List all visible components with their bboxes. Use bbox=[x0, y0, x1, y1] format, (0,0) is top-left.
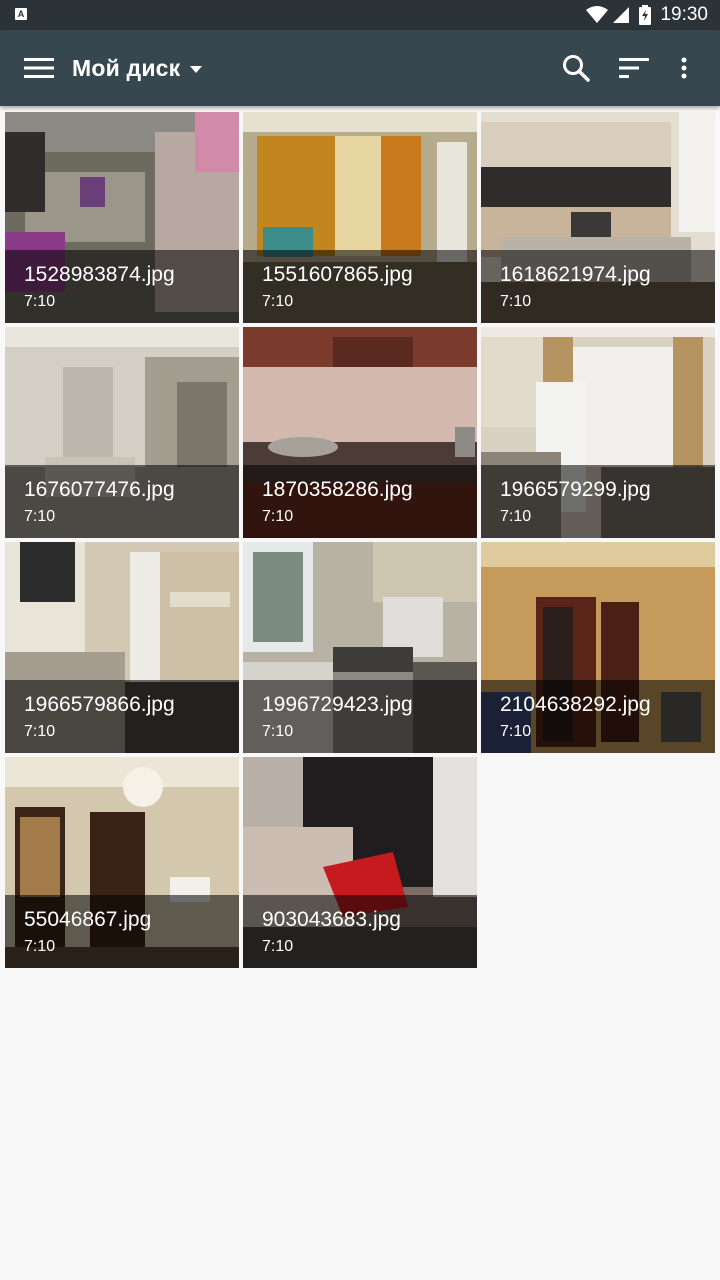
status-icons: 19:30 bbox=[586, 0, 708, 30]
file-time: 7:10 bbox=[500, 508, 532, 525]
notification-icon: A bbox=[15, 8, 27, 20]
file-name: 1676077476.jpg bbox=[24, 478, 175, 501]
file-name: 1551607865.jpg bbox=[262, 263, 413, 286]
file-time: 7:10 bbox=[24, 938, 56, 955]
file-caption: 2104638292.jpg 7:10 bbox=[481, 680, 715, 753]
file-tile[interactable]: 1618621974.jpg 7:10 bbox=[481, 112, 715, 323]
file-name: 1966579866.jpg bbox=[24, 693, 175, 716]
dropdown-caret-icon bbox=[190, 65, 203, 73]
file-name: 1528983874.jpg bbox=[24, 263, 175, 286]
file-time: 7:10 bbox=[24, 293, 56, 310]
file-tile[interactable]: 1996729423.jpg 7:10 bbox=[243, 542, 477, 753]
drive-selector[interactable]: Мой диск bbox=[72, 30, 203, 106]
file-caption: 1528983874.jpg 7:10 bbox=[5, 250, 239, 323]
status-bar: A 19:30 bbox=[0, 0, 720, 30]
file-tile[interactable]: 1870358286.jpg 7:10 bbox=[243, 327, 477, 538]
file-tile[interactable]: 55046867.jpg 7:10 bbox=[5, 757, 239, 968]
file-tile[interactable]: 903043683.jpg 7:10 bbox=[243, 757, 477, 968]
file-tile[interactable]: 1966579299.jpg 7:10 bbox=[481, 327, 715, 538]
menu-icon bbox=[24, 58, 54, 78]
page-title: Мой диск bbox=[72, 54, 181, 81]
file-name: 1618621974.jpg bbox=[500, 263, 651, 286]
search-button[interactable] bbox=[548, 30, 604, 106]
file-tile[interactable]: 1676077476.jpg 7:10 bbox=[5, 327, 239, 538]
file-caption: 1966579299.jpg 7:10 bbox=[481, 465, 715, 538]
app-bar: Мой диск bbox=[0, 30, 720, 106]
file-time: 7:10 bbox=[262, 938, 294, 955]
more-options-button[interactable] bbox=[656, 30, 712, 106]
sort-icon bbox=[619, 58, 649, 78]
file-caption: 1551607865.jpg 7:10 bbox=[243, 250, 477, 323]
file-caption: 1618621974.jpg 7:10 bbox=[481, 250, 715, 323]
search-icon bbox=[563, 55, 590, 82]
battery-icon bbox=[639, 5, 652, 25]
file-caption: 903043683.jpg 7:10 bbox=[243, 895, 477, 968]
file-tile[interactable]: 1551607865.jpg 7:10 bbox=[243, 112, 477, 323]
file-name: 903043683.jpg bbox=[262, 908, 401, 931]
file-name: 2104638292.jpg bbox=[500, 693, 651, 716]
file-caption: 55046867.jpg 7:10 bbox=[5, 895, 239, 968]
wifi-icon bbox=[586, 6, 609, 23]
file-time: 7:10 bbox=[262, 508, 294, 525]
file-grid: 1528983874.jpg 7:10 1551607865.jpg 7:10 bbox=[5, 112, 715, 968]
file-name: 1996729423.jpg bbox=[262, 693, 413, 716]
file-caption: 1676077476.jpg 7:10 bbox=[5, 465, 239, 538]
cell-signal-icon bbox=[613, 7, 630, 23]
file-time: 7:10 bbox=[24, 723, 56, 740]
sort-button[interactable] bbox=[606, 30, 662, 106]
file-tile[interactable]: 2104638292.jpg 7:10 bbox=[481, 542, 715, 753]
file-caption: 1870358286.jpg 7:10 bbox=[243, 465, 477, 538]
file-name: 1870358286.jpg bbox=[262, 478, 413, 501]
file-time: 7:10 bbox=[262, 723, 294, 740]
file-name: 55046867.jpg bbox=[24, 908, 152, 931]
file-time: 7:10 bbox=[500, 293, 532, 310]
file-time: 7:10 bbox=[500, 723, 532, 740]
file-time: 7:10 bbox=[262, 293, 294, 310]
file-caption: 1996729423.jpg 7:10 bbox=[243, 680, 477, 753]
status-time: 19:30 bbox=[660, 4, 708, 25]
file-time: 7:10 bbox=[24, 508, 56, 525]
file-tile[interactable]: 1966579866.jpg 7:10 bbox=[5, 542, 239, 753]
file-caption: 1966579866.jpg 7:10 bbox=[5, 680, 239, 753]
file-name: 1966579299.jpg bbox=[500, 478, 651, 501]
menu-button[interactable] bbox=[11, 30, 67, 106]
file-tile[interactable]: 1528983874.jpg 7:10 bbox=[5, 112, 239, 323]
more-vert-icon bbox=[681, 57, 687, 79]
